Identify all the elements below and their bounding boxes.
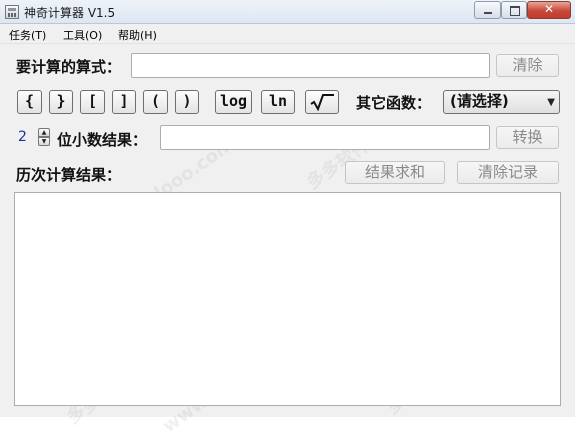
spin-down-button[interactable]: ▼ [38, 137, 50, 146]
chevron-down-icon: ▼ [547, 97, 555, 108]
sqrt-icon [310, 94, 334, 111]
menu-bar: 任务(T) 工具(O) 帮助(H) [0, 24, 575, 44]
menu-tools[interactable]: 工具(O) [63, 27, 102, 43]
other-functions-label: 其它函数： [356, 94, 432, 112]
clear-history-button[interactable]: 清除记录 [457, 161, 559, 184]
key-paren-open[interactable]: ( [143, 90, 168, 114]
key-bracket-close[interactable]: ] [112, 90, 136, 114]
key-brace-open[interactable]: { [17, 90, 42, 114]
formula-input[interactable] [131, 53, 490, 78]
decimal-result-field[interactable] [160, 125, 490, 150]
menu-help[interactable]: 帮助(H) [118, 27, 157, 43]
spin-up-button[interactable]: ▲ [38, 128, 50, 137]
key-ln[interactable]: ln [261, 90, 295, 114]
history-list[interactable] [14, 192, 561, 406]
function-select[interactable]: (请选择) ▼ [443, 90, 560, 114]
function-select-value: (请选择) [450, 92, 509, 110]
close-button[interactable]: ✕ [527, 1, 571, 19]
sum-results-button[interactable]: 结果求和 [345, 161, 445, 184]
formula-label: 要计算的算式： [16, 58, 122, 76]
clear-formula-button[interactable]: 清除 [496, 54, 559, 77]
key-log[interactable]: log [215, 90, 252, 114]
maximize-button[interactable] [501, 1, 527, 19]
history-label: 历次计算结果： [16, 166, 122, 184]
decimal-result-label: 位小数结果： [57, 131, 148, 149]
caret-up-icon: ▲ [41, 129, 47, 136]
convert-button[interactable]: 转换 [496, 126, 559, 149]
key-brace-close[interactable]: } [49, 90, 73, 114]
menu-task[interactable]: 任务(T) [9, 27, 46, 43]
calculator-app-icon [5, 5, 19, 19]
close-icon: ✕ [543, 2, 555, 16]
caret-down-icon: ▼ [41, 138, 47, 145]
title-bar[interactable]: 神奇计算器 V1.5 ✕ [0, 0, 575, 24]
key-paren-close[interactable]: ) [175, 90, 199, 114]
window-title: 神奇计算器 V1.5 [24, 6, 116, 20]
decimal-places-value[interactable]: 2 [18, 129, 27, 145]
key-sqrt[interactable] [305, 90, 339, 114]
key-bracket-open[interactable]: [ [80, 90, 105, 114]
minimize-button[interactable] [474, 1, 501, 19]
